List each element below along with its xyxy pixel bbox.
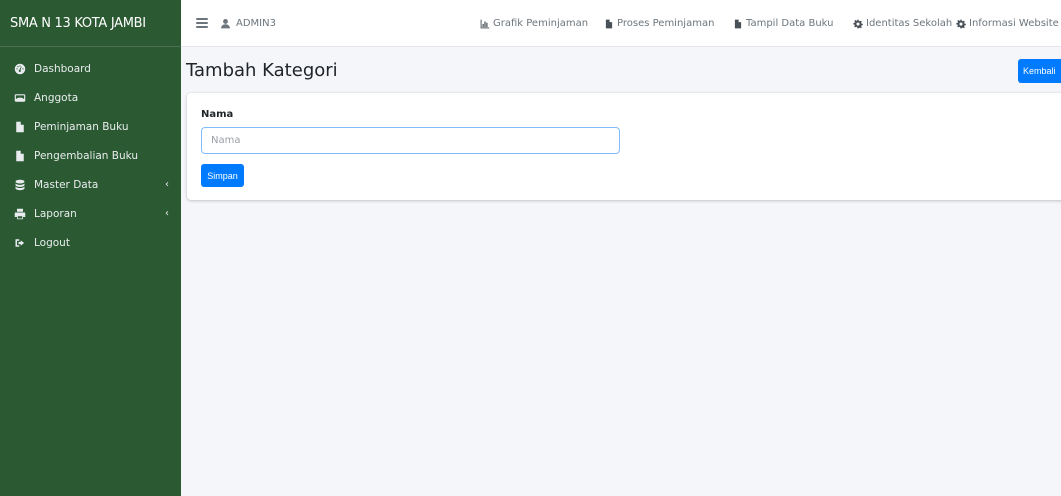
topnav-grafik-peminjaman[interactable]: Grafik Peminjaman [480,0,588,47]
topnav-label: Proses Peminjaman [617,18,715,29]
back-button[interactable]: Kembali [1018,59,1061,83]
topnav-label: Grafik Peminjaman [493,18,589,29]
sidebar-item-logout[interactable]: Logout [0,228,181,257]
sidebar-item-label: Dashboard [34,62,91,75]
sidebar-item-label: Peminjaman Buku [34,120,129,133]
topnav-label: Tampil Data Buku [746,18,834,29]
sidebar-item-label: Anggota [34,91,79,104]
sidebar-item-anggota[interactable]: Anggota [0,83,181,112]
form-card: Nama Simpan [187,93,1061,200]
brand-title: SMA N 13 KOTA JAMBI [10,15,146,31]
cog-icon [956,19,966,28]
topnav-tampil-data-buku[interactable]: Tampil Data Buku [733,0,833,47]
user-name: ADMIN3 [236,17,276,29]
sidebar-item-master-data[interactable]: Master Data ‹ [0,170,181,199]
database-icon [12,179,27,191]
topnav-proses-peminjaman[interactable]: Proses Peminjaman [604,0,714,47]
id-card-icon [12,92,27,104]
print-icon [12,208,27,220]
sidebar-item-label: Laporan [34,207,77,220]
nama-input[interactable] [201,127,620,154]
menu-toggle-icon[interactable] [196,18,208,28]
sidebar-item-label: Pengembalian Buku [34,149,139,162]
file-icon [605,19,613,28]
file-icon [12,150,27,162]
nama-label: Nama [201,109,234,120]
save-button[interactable]: Simpan [201,164,244,187]
topnav-label: Informasi Website [969,18,1059,29]
file-icon [734,19,742,28]
sidebar-item-label: Logout [34,236,70,249]
sidebar-item-dashboard[interactable]: Dashboard [0,54,181,83]
sign-out-icon [12,237,27,249]
sidebar-item-label: Master Data [34,178,99,191]
user-menu[interactable]: ADMIN3 [220,18,276,29]
dashboard-icon [12,63,27,75]
brand-link[interactable]: SMA N 13 KOTA JAMBI [0,0,181,47]
file-icon [12,121,27,133]
topnav-identitas-sekolah[interactable]: Identitas Sekolah [853,0,952,47]
chevron-left-icon: ‹ [165,179,169,190]
sidebar-item-laporan[interactable]: Laporan ‹ [0,199,181,228]
user-icon [221,18,230,28]
topnav-label: Identitas Sekolah [866,18,953,29]
sidebar: SMA N 13 KOTA JAMBI Dashboard Anggota Pe… [0,0,181,496]
sidebar-item-pengembalian-buku[interactable]: Pengembalian Buku [0,141,181,170]
page-title: Tambah Kategori [186,60,338,81]
chart-icon [480,19,490,28]
chevron-left-icon: ‹ [165,208,169,219]
sidebar-item-peminjaman-buku[interactable]: Peminjaman Buku [0,112,181,141]
cog-icon [853,19,863,28]
sidebar-nav: Dashboard Anggota Peminjaman Buku Pengem… [0,47,181,257]
topnav-informasi-website[interactable]: Informasi Website [956,0,1059,47]
